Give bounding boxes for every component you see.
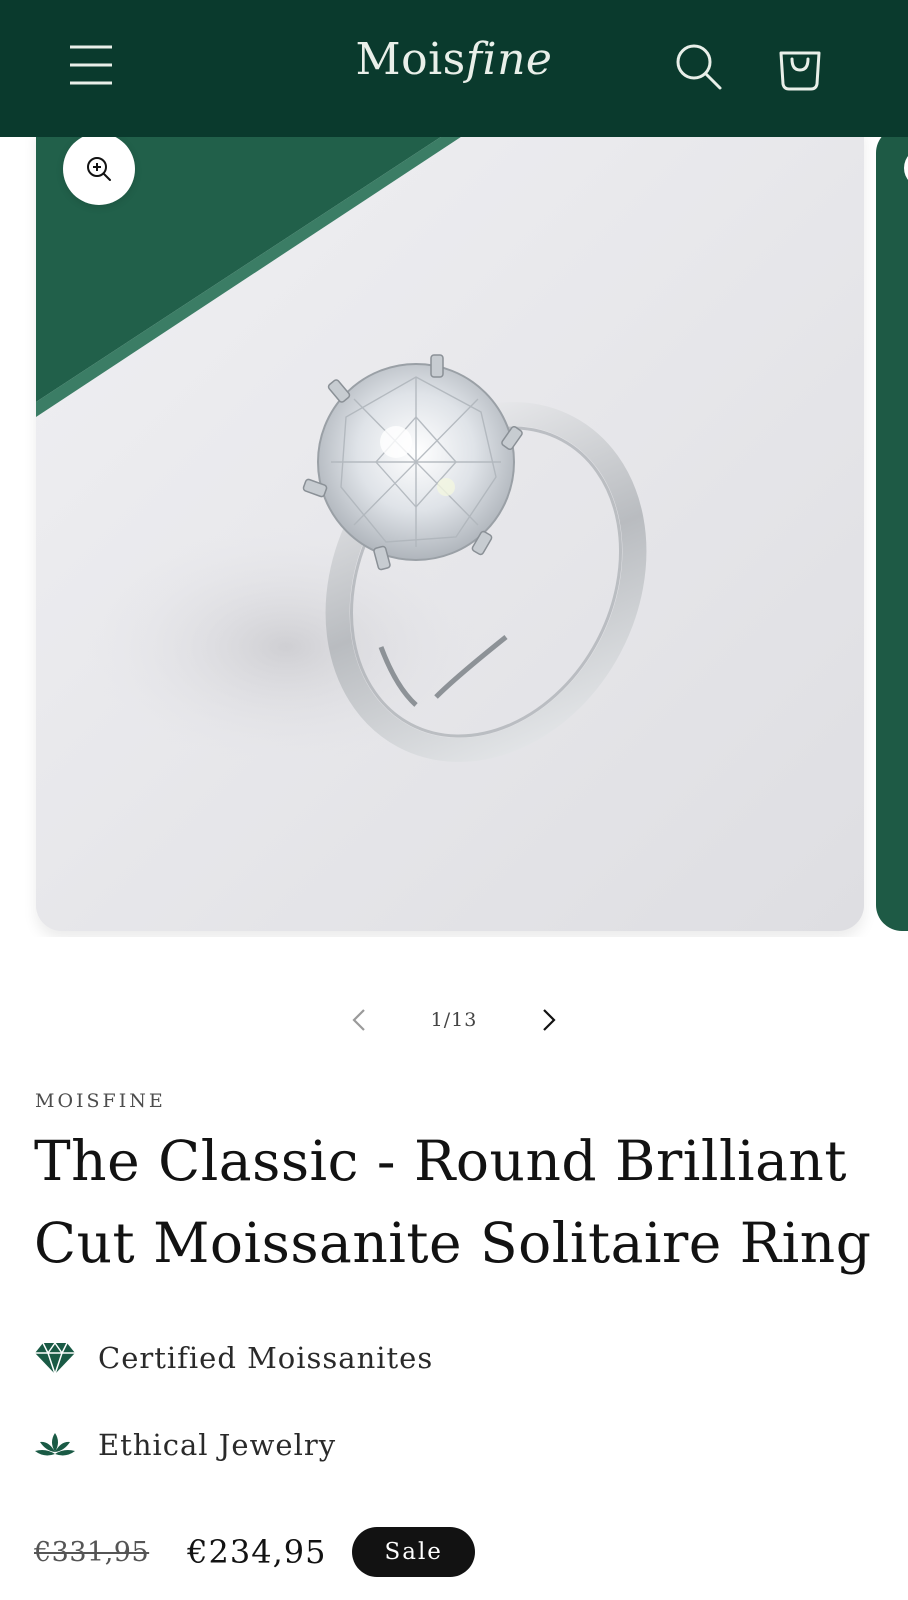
- logo[interactable]: Moisfine: [356, 34, 553, 85]
- feature-certified: Certified Moissanites: [34, 1338, 433, 1378]
- logo-text-mois: Mois: [355, 34, 466, 85]
- price-row: €331,95 €234,95 Sale: [34, 1522, 475, 1582]
- next-slide-button[interactable]: [534, 1002, 564, 1038]
- ring-photo: [36, 137, 864, 931]
- site-header: Moisfine: [0, 0, 908, 137]
- menu-button[interactable]: [64, 42, 118, 88]
- slide-counter: 1/13: [430, 1009, 478, 1031]
- product-vendor: MOISFINE: [35, 1090, 166, 1112]
- diamond-icon: [35, 1341, 75, 1375]
- search-icon: [676, 44, 722, 90]
- search-button[interactable]: [674, 42, 724, 92]
- feature-icon-wrapper: [34, 1427, 76, 1463]
- previous-slide-button[interactable]: [344, 1002, 374, 1038]
- product-image[interactable]: [36, 137, 864, 931]
- lotus-icon: [35, 1433, 75, 1456]
- product-gallery: [0, 137, 908, 937]
- sale-badge: Sale: [352, 1527, 475, 1577]
- sale-price: €234,95: [187, 1533, 327, 1571]
- chevron-right-icon: [543, 1009, 556, 1031]
- slider-navigation: 1/13: [0, 1002, 908, 1038]
- next-image-peek[interactable]: [876, 137, 908, 931]
- feature-icon-wrapper: [34, 1340, 76, 1376]
- logo-container: Moisfine: [0, 34, 908, 85]
- cart-icon: [779, 51, 821, 91]
- chevron-left-icon: [352, 1009, 365, 1031]
- product-title: The Classic - Round Brilliant Cut Moissa…: [34, 1129, 872, 1275]
- feature-label: Certified Moissanites: [98, 1341, 434, 1375]
- original-price: €331,95: [34, 1536, 150, 1568]
- logo-text-fine: fine: [465, 34, 553, 85]
- zoom-in-icon: [87, 157, 111, 181]
- menu-icon: [70, 45, 112, 85]
- feature-label: Ethical Jewelry: [98, 1428, 337, 1462]
- feature-ethical: Ethical Jewelry: [34, 1425, 336, 1465]
- cart-button[interactable]: [776, 42, 824, 92]
- zoom-button[interactable]: [63, 133, 135, 205]
